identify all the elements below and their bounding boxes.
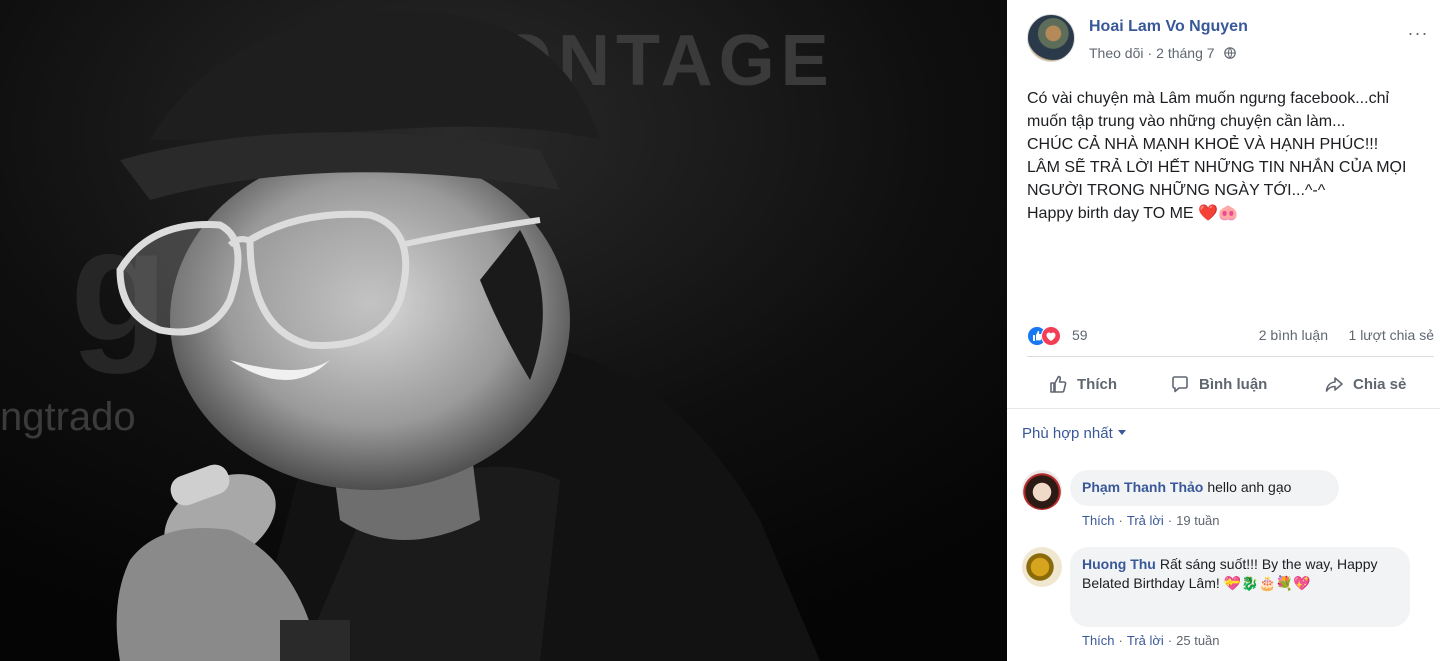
post-text-line: Có vài chuyện mà Lâm muốn ngưng facebook… xyxy=(1027,90,1390,130)
follow-link[interactable]: Theo dõi xyxy=(1089,45,1143,61)
post-photo[interactable]: MONTAGE ngtrado g xyxy=(0,0,1007,661)
commenter-name[interactable]: Phạm Thanh Thảo xyxy=(1082,479,1203,495)
like-label: Thích xyxy=(1077,375,1117,393)
separator: · xyxy=(1118,513,1123,528)
meta-separator: · xyxy=(1147,45,1153,61)
post-text-line: CHÚC CẢ NHÀ MẠNH KHOẺ VÀ HẠNH PHÚC!!! xyxy=(1027,136,1379,153)
divider xyxy=(1027,356,1434,357)
separator: · xyxy=(1118,633,1123,648)
post-text-line: LÂM SẼ TRẢ LỜI HẾT NHỮNG TIN NHẮN CỦA MỌ… xyxy=(1027,159,1407,199)
comment-like-link[interactable]: Thích xyxy=(1082,633,1115,648)
like-button[interactable]: Thích xyxy=(1047,362,1117,406)
commenter-avatar[interactable] xyxy=(1022,470,1062,510)
post-text-line: Happy birth day TO ME ❤️🐽 xyxy=(1027,205,1238,222)
more-icon[interactable]: ··· xyxy=(1406,24,1430,44)
globe-icon[interactable] xyxy=(1224,46,1237,59)
action-bar: Thích Bình luận Chia sẻ xyxy=(1027,362,1434,406)
share-icon xyxy=(1325,377,1343,392)
comment-actions: Thích · Trả lời · 25 tuần xyxy=(1082,633,1220,648)
author-name[interactable]: Hoai Lam Vo Nguyen xyxy=(1089,18,1248,36)
reaction-count[interactable]: 59 xyxy=(1072,327,1088,343)
comment-button[interactable]: Bình luận xyxy=(1169,362,1267,406)
commenter-avatar[interactable] xyxy=(1022,547,1062,587)
comment-bubble: Phạm Thanh Thảo hello anh gạo xyxy=(1070,470,1339,506)
comment-label: Bình luận xyxy=(1199,375,1268,393)
post-date[interactable]: 2 tháng 7 xyxy=(1156,45,1214,61)
side-text: ngtrado xyxy=(0,395,136,439)
photo-image: MONTAGE ngtrado g xyxy=(0,0,1007,661)
reaction-icons[interactable] xyxy=(1027,326,1069,346)
chevron-down-icon xyxy=(1117,430,1126,435)
separator: · xyxy=(1167,513,1173,528)
share-button[interactable]: Chia sẻ xyxy=(1323,362,1406,406)
comment-reply-link[interactable]: Trả lời xyxy=(1127,513,1164,528)
share-label: Chia sẻ xyxy=(1353,375,1407,393)
comment-item: Huong Thu Rất sáng suốt!!! By the way, Ha… xyxy=(1022,547,1434,657)
reactions-bar: 59 2 bình luận 1 lượt chia sẻ xyxy=(1027,325,1434,347)
comment-time[interactable]: 19 tuần xyxy=(1176,513,1219,528)
thumbs-up-icon xyxy=(1050,375,1067,393)
post-panel: Hoai Lam Vo Nguyen Theo dõi · 2 tháng 7 ··… xyxy=(1007,0,1440,661)
author-avatar[interactable] xyxy=(1027,14,1075,62)
love-reaction-icon xyxy=(1041,326,1061,346)
commenter-name[interactable]: Huong Thu xyxy=(1082,556,1156,572)
separator: · xyxy=(1167,633,1173,648)
comment-icon xyxy=(1172,376,1188,393)
comment-count[interactable]: 2 bình luận xyxy=(1259,327,1328,343)
post-text: Có vài chuyện mà Lâm muốn ngưng facebook… xyxy=(1027,87,1432,225)
comment-time[interactable]: 25 tuần xyxy=(1176,633,1219,648)
comment-item: Phạm Thanh Thảo hello anh gạo Thích · Trả l… xyxy=(1022,470,1434,540)
post-header: Hoai Lam Vo Nguyen Theo dõi · 2 tháng 7 ··… xyxy=(1027,14,1440,66)
comment-like-link[interactable]: Thích xyxy=(1082,513,1115,528)
comment-reply-link[interactable]: Trả lời xyxy=(1127,633,1164,648)
comment-actions: Thích · Trả lời · 19 tuần xyxy=(1082,513,1220,528)
comment-text: hello anh gạo xyxy=(1207,479,1292,495)
share-count[interactable]: 1 lượt chia sẻ xyxy=(1349,327,1434,343)
post-meta: Theo dõi · 2 tháng 7 xyxy=(1089,45,1237,61)
comment-bubble: Huong Thu Rất sáng suốt!!! By the way, Ha… xyxy=(1070,547,1410,627)
sort-label: Phù hợp nhất xyxy=(1022,425,1113,442)
comment-sort-dropdown[interactable]: Phù hợp nhất xyxy=(1022,425,1126,442)
